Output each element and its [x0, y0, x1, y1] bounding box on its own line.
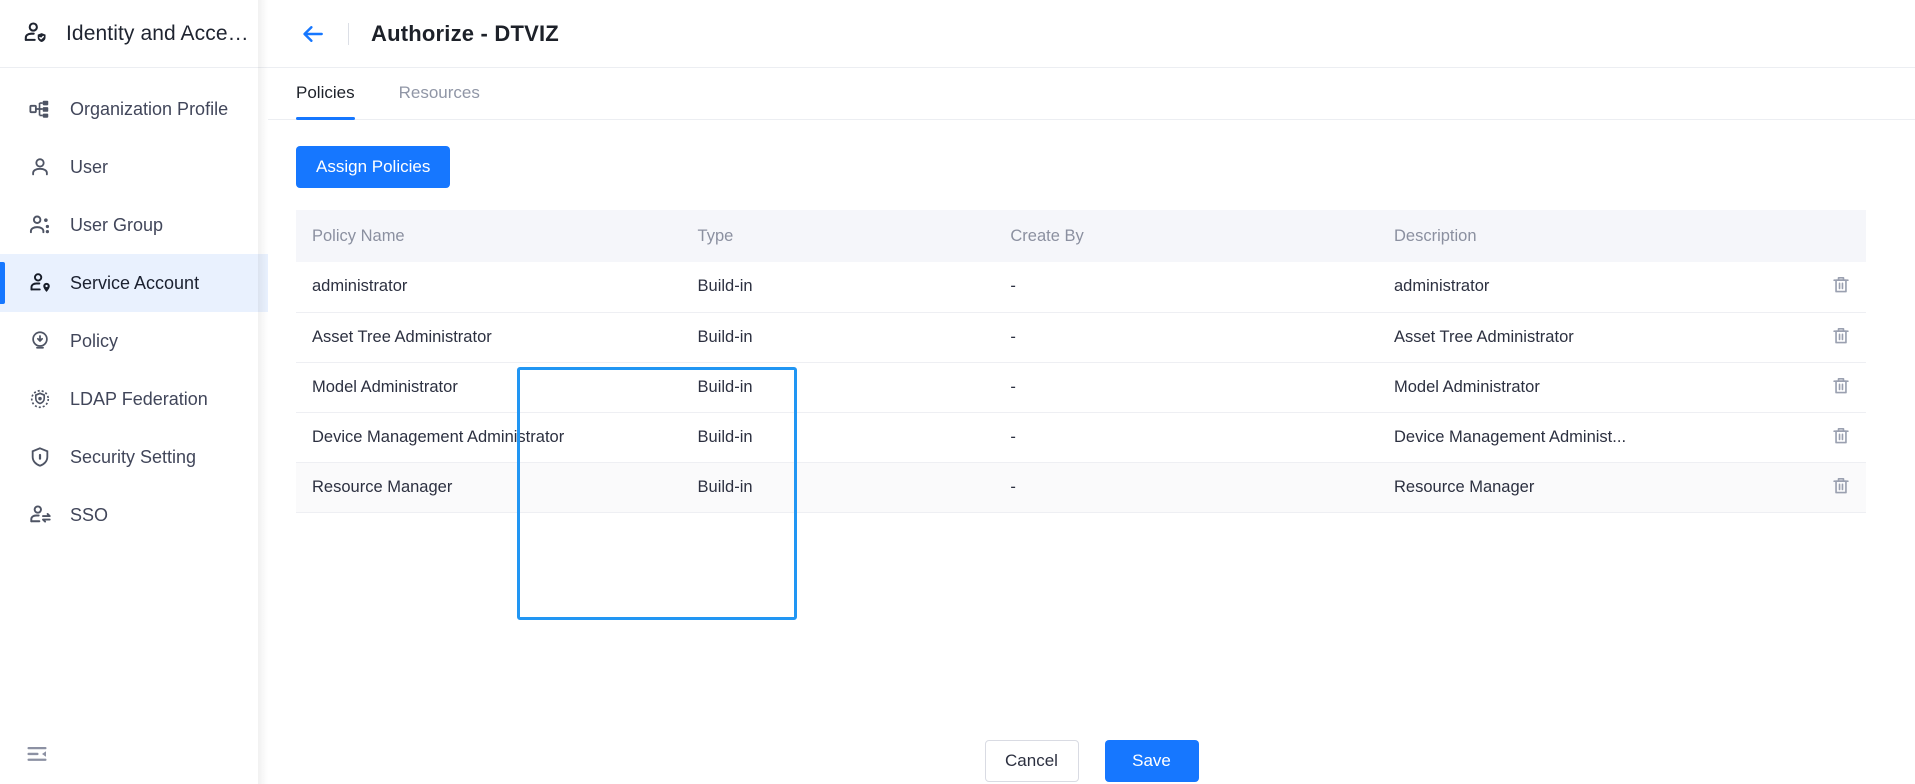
cell-type: Build-in: [685, 362, 999, 413]
policy-table: Policy Name Type Create By Description a…: [296, 210, 1866, 513]
cell-policy-name: Device Management Administrator: [296, 412, 686, 463]
table-row[interactable]: Model Administrator Build-in - Model Adm…: [296, 362, 1866, 413]
service-account-icon: [28, 271, 52, 295]
column-header-policy-name[interactable]: Policy Name: [296, 210, 686, 262]
cell-action: [1736, 312, 1866, 363]
trash-icon[interactable]: [1828, 423, 1854, 449]
sidebar-nav: Organization Profile User User Group Ser…: [0, 68, 268, 724]
cell-description: Resource Manager: [1382, 462, 1737, 513]
policy-table-wrapper: Policy Name Type Create By Description a…: [296, 210, 1866, 513]
sidebar-item-ldap-federation[interactable]: LDAP Federation: [0, 370, 268, 428]
sidebar-item-service-account[interactable]: Service Account: [0, 254, 268, 312]
cell-type: Build-in: [685, 312, 999, 363]
sidebar-item-label: Security Setting: [70, 446, 197, 467]
sidebar-item-security-setting[interactable]: Security Setting: [0, 428, 268, 486]
cell-create-by: -: [998, 262, 1382, 313]
cell-description: administrator: [1382, 262, 1737, 313]
column-header-action: [1736, 210, 1866, 262]
content-area: Assign Policies Policy Name Type Create …: [268, 120, 1915, 784]
arrow-left-icon[interactable]: [296, 17, 330, 51]
tab-policies[interactable]: Policies: [296, 67, 355, 120]
sidebar-item-label: Service Account: [70, 272, 200, 293]
sidebar-title: Identity and Acce…: [66, 21, 249, 45]
cancel-button[interactable]: Cancel: [984, 740, 1079, 782]
user-icon: [28, 155, 52, 179]
trash-icon[interactable]: [1828, 373, 1854, 399]
sidebar-item-label: Organization Profile: [70, 98, 229, 119]
cell-action: [1736, 262, 1866, 313]
ldap-federation-icon: [28, 387, 52, 411]
table-row[interactable]: Resource Manager Build-in - Resource Man…: [296, 462, 1866, 513]
cell-policy-name: administrator: [296, 262, 686, 313]
cell-create-by: -: [998, 362, 1382, 413]
cell-action: [1736, 412, 1866, 463]
column-header-description[interactable]: Description: [1382, 210, 1737, 262]
column-header-type[interactable]: Type: [685, 210, 999, 262]
cell-type: Build-in: [685, 462, 999, 513]
shield-lock-icon: [28, 445, 52, 469]
cell-type: Build-in: [685, 412, 999, 463]
cell-create-by: -: [998, 412, 1382, 463]
cell-create-by: -: [998, 312, 1382, 363]
save-button[interactable]: Save: [1104, 740, 1199, 782]
footer-actions: Cancel Save: [268, 740, 1915, 782]
cell-policy-name: Asset Tree Administrator: [296, 312, 686, 363]
sidebar-item-organization-profile[interactable]: Organization Profile: [0, 80, 268, 138]
cell-action: [1736, 462, 1866, 513]
org-chart-icon: [28, 97, 52, 121]
header-divider: [348, 22, 349, 45]
sidebar-header: Identity and Acce…: [0, 0, 268, 68]
tab-bar: Policies Resources: [268, 68, 1915, 120]
cell-description: Model Administrator: [1382, 362, 1737, 413]
cell-policy-name: Model Administrator: [296, 362, 686, 413]
sidebar: Identity and Acce… Organization Profile: [0, 0, 268, 784]
sidebar-item-label: SSO: [70, 504, 109, 525]
sidebar-item-user[interactable]: User: [0, 138, 268, 196]
tab-resources[interactable]: Resources: [399, 67, 480, 119]
sidebar-item-label: User: [70, 156, 109, 177]
sidebar-item-user-group[interactable]: User Group: [0, 196, 268, 254]
app-root: Identity and Acce… Organization Profile: [0, 0, 1915, 784]
sidebar-item-label: User Group: [70, 214, 164, 235]
sidebar-item-sso[interactable]: SSO: [0, 486, 268, 544]
cell-description: Device Management Administ...: [1382, 412, 1737, 463]
table-header: Policy Name Type Create By Description: [296, 210, 1866, 262]
trash-icon[interactable]: [1828, 272, 1854, 298]
column-header-create-by[interactable]: Create By: [998, 210, 1382, 262]
sso-icon: [28, 503, 52, 527]
table-header-row: Policy Name Type Create By Description: [296, 210, 1866, 262]
policy-icon: [28, 329, 52, 353]
cell-policy-name: Resource Manager: [296, 462, 686, 513]
sidebar-item-label: LDAP Federation: [70, 388, 208, 409]
cell-action: [1736, 362, 1866, 413]
cell-description: Asset Tree Administrator: [1382, 312, 1737, 363]
user-shield-icon: [22, 20, 50, 48]
page-header: Authorize - DTVIZ: [268, 0, 1915, 68]
table-row[interactable]: Asset Tree Administrator Build-in - Asse…: [296, 312, 1866, 363]
trash-icon[interactable]: [1828, 473, 1854, 499]
table-row[interactable]: administrator Build-in - administrator: [296, 262, 1866, 313]
trash-icon[interactable]: [1828, 323, 1854, 349]
sidebar-item-policy[interactable]: Policy: [0, 312, 268, 370]
assign-policies-button[interactable]: Assign Policies: [296, 146, 451, 188]
menu-collapse-icon[interactable]: [22, 739, 52, 769]
sidebar-item-label: Policy: [70, 330, 119, 351]
page-title: Authorize - DTVIZ: [371, 20, 559, 46]
cell-create-by: -: [998, 462, 1382, 513]
cell-type: Build-in: [685, 262, 999, 313]
table-body: administrator Build-in - administrator A…: [296, 262, 1866, 513]
table-row[interactable]: Device Management Administrator Build-in…: [296, 412, 1866, 463]
user-group-icon: [28, 213, 52, 237]
main-content: Authorize - DTVIZ Policies Resources Ass…: [268, 0, 1915, 784]
sidebar-footer: [0, 724, 268, 784]
